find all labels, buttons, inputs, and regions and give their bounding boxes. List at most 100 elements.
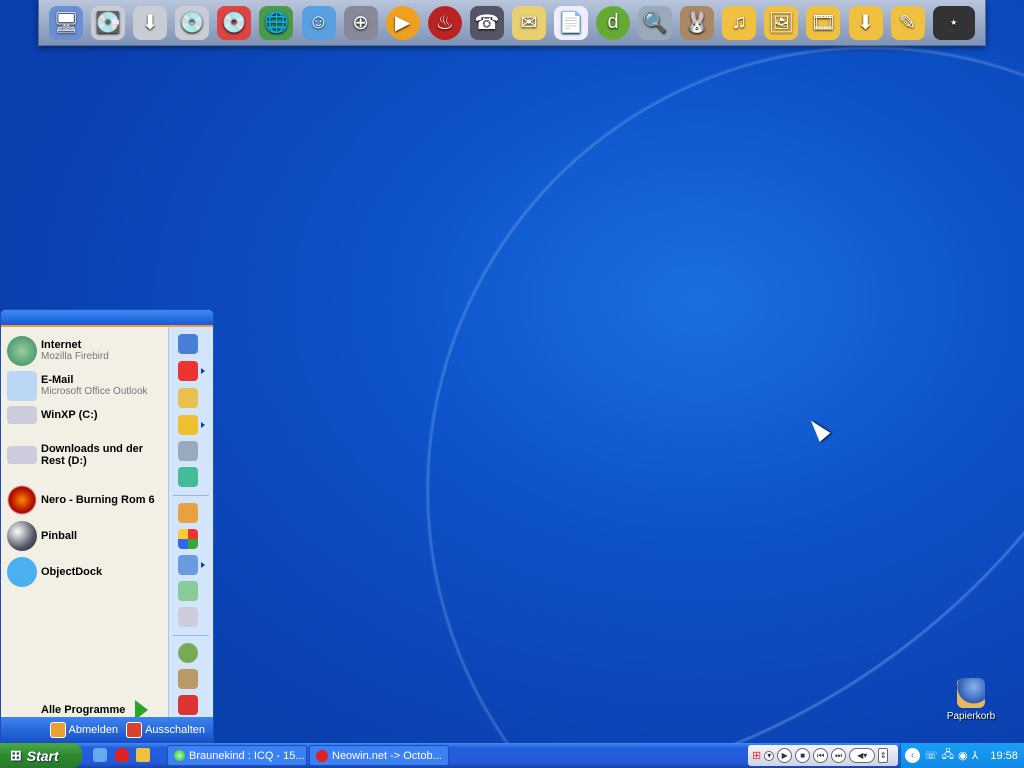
task-label: Neowin.net -> Octob... (332, 749, 442, 762)
my-computer-icon[interactable]: 🖥 (49, 5, 84, 40)
menu-button[interactable]: ▾ (764, 750, 775, 761)
firebird-icon (7, 336, 37, 366)
control-panel-icon[interactable] (178, 503, 198, 523)
system-tray: ‹ ☏ 🖧 ◉ ⅄ 19:58 (900, 743, 1024, 768)
start-item-internet[interactable]: Internet Mozilla Firebird (7, 336, 165, 366)
search-icon[interactable] (178, 669, 198, 689)
item-title: Internet (41, 339, 82, 351)
windows-drive-icon[interactable]: 💽 (91, 5, 126, 40)
mouse-cursor (805, 416, 831, 442)
computer-icon[interactable] (178, 441, 198, 461)
notes-folder-icon[interactable]: ✎ (890, 5, 925, 40)
music-icon[interactable] (178, 388, 198, 408)
taskbar: ⊞ Start Braunekind : ICQ - 15... Neowin.n… (0, 743, 1024, 768)
play-button[interactable]: ▶ (777, 748, 793, 763)
cd-drive-icon[interactable]: 💿 (175, 5, 210, 40)
key-icon (49, 721, 66, 738)
clock[interactable]: 19:58 (990, 750, 1018, 762)
speaker-icon[interactable]: ◉ (958, 749, 968, 762)
shutdown-label: Ausschalten (145, 723, 205, 736)
pictures-folder-icon[interactable]: 🖼 (764, 5, 799, 40)
task-icq[interactable]: Braunekind : ICQ - 15... (167, 745, 307, 766)
document-icon[interactable]: 📄 (553, 5, 588, 40)
start-item-pinball[interactable]: Pinball (7, 521, 165, 551)
item-title: E-Mail (41, 374, 74, 386)
outlook-icon (7, 371, 37, 401)
run-icon[interactable] (178, 695, 198, 715)
power-icon (126, 721, 143, 738)
start-label: Start (26, 747, 59, 764)
network-drive-icon[interactable]: 🌐 (259, 5, 294, 40)
start-item-nero[interactable]: Nero - Burning Rom 6 (7, 485, 165, 515)
object-dock: 🖥 💽 ⬇ 💿 💿 🌐 ☺ ⊕ ▶ ♨ ☎ ✉ 📄 d 🔍 🐰 ♫ 🖼 🎞 ⬇ … (38, 0, 986, 46)
logoff-button[interactable]: Abmelden (49, 721, 119, 738)
next-button[interactable]: ⏭ (831, 748, 847, 763)
quicklaunch-ie-icon[interactable] (93, 748, 107, 762)
start-menu-programs: Internet Mozilla Firebird E-Mail Microsoft… (1, 327, 168, 720)
media-player-icon[interactable]: ▶ (385, 5, 420, 40)
all-programs-label: Alle Programme (41, 704, 126, 716)
start-item-email[interactable]: E-Mail Microsoft Office Outlook (7, 371, 165, 401)
divider (173, 635, 209, 636)
show-hidden-icons-button[interactable]: ‹ (905, 748, 920, 763)
phone-book-icon[interactable]: ☎ (469, 5, 504, 40)
start-menu-header (1, 310, 213, 327)
quicklaunch-firebird-icon[interactable] (115, 748, 129, 762)
submenu-arrow-icon (201, 562, 205, 568)
volume-button[interactable]: ◀▾ (849, 748, 876, 763)
recycle-bin[interactable]: Papierkorb (944, 678, 998, 722)
browser-icon[interactable]: ⊕ (343, 5, 378, 40)
tournament-logo-icon[interactable]: ★ (932, 5, 975, 40)
network-connections-icon[interactable] (178, 581, 198, 601)
drive-icon (7, 406, 37, 424)
emule-icon[interactable]: 🐰 (680, 5, 715, 40)
tools-icon[interactable] (178, 555, 198, 575)
firebird-icon (316, 749, 328, 762)
objectdock-icon (7, 557, 37, 587)
item-title: ObjectDock (41, 566, 103, 578)
start-menu-footer: Abmelden Ausschalten (1, 717, 213, 742)
documents-icon[interactable] (178, 334, 198, 354)
icq-icon (174, 750, 185, 761)
drive-icon (7, 446, 37, 464)
network-icon[interactable] (178, 467, 198, 487)
start-button[interactable]: ⊞ Start (0, 743, 82, 768)
downloads-folder-icon[interactable]: ⬇ (848, 5, 883, 40)
previous-button[interactable]: ⏮ (813, 748, 829, 763)
music-folder-icon[interactable]: ♫ (722, 5, 757, 40)
restore-button[interactable]: ⇕ (878, 748, 889, 763)
logoff-label: Abmelden (68, 723, 119, 736)
task-neowin[interactable]: Neowin.net -> Octob... (309, 745, 449, 766)
network-icon[interactable]: 🖧 (942, 746, 954, 765)
quicklaunch-folder-icon[interactable] (136, 748, 150, 762)
item-title: Nero - Burning Rom 6 (41, 494, 155, 506)
shutdown-button[interactable]: Ausschalten (126, 721, 205, 738)
pinball-icon (7, 521, 37, 551)
task-label: Braunekind : ICQ - 15... (189, 749, 305, 762)
recent-icon[interactable] (178, 361, 198, 381)
tray-app-icon[interactable]: ⅄ (972, 749, 979, 762)
phone-icon[interactable]: ☏ (924, 749, 938, 762)
recycle-bin-label: Papierkorb (946, 711, 996, 722)
start-item-winxp-c[interactable]: WinXP (C:) (7, 406, 165, 424)
help-icon[interactable] (178, 643, 198, 663)
burn-drive-icon[interactable]: 💿 (217, 5, 252, 40)
start-item-objectdock[interactable]: ObjectDock (7, 557, 165, 587)
printer-icon[interactable] (178, 607, 198, 627)
download-drive-icon[interactable]: ⬇ (133, 5, 168, 40)
start-menu: Internet Mozilla Firebird E-Mail Microsoft… (0, 309, 214, 743)
email-icon[interactable]: ✉ (511, 5, 546, 40)
videos-folder-icon[interactable]: 🎞 (806, 5, 841, 40)
dreamweaver-icon[interactable]: d (596, 5, 631, 40)
search-icon[interactable]: 🔍 (638, 5, 673, 40)
nero-icon (7, 485, 37, 515)
messenger-icon[interactable]: ☺ (301, 5, 336, 40)
media-player-toolbar: ⊞ ▾ ▶ ■ ⏮ ⏭ ◀▾ ⇕ (748, 745, 898, 766)
stop-button[interactable]: ■ (795, 748, 811, 763)
item-subtitle: Microsoft Office Outlook (41, 386, 148, 397)
windows-logo-icon: ⊞ (10, 747, 22, 763)
windows-update-icon[interactable] (178, 529, 198, 549)
nero-icon[interactable]: ♨ (427, 5, 462, 40)
start-item-downloads-d[interactable]: Downloads und der Rest (D:) (7, 443, 165, 467)
favorites-icon[interactable] (178, 415, 198, 435)
